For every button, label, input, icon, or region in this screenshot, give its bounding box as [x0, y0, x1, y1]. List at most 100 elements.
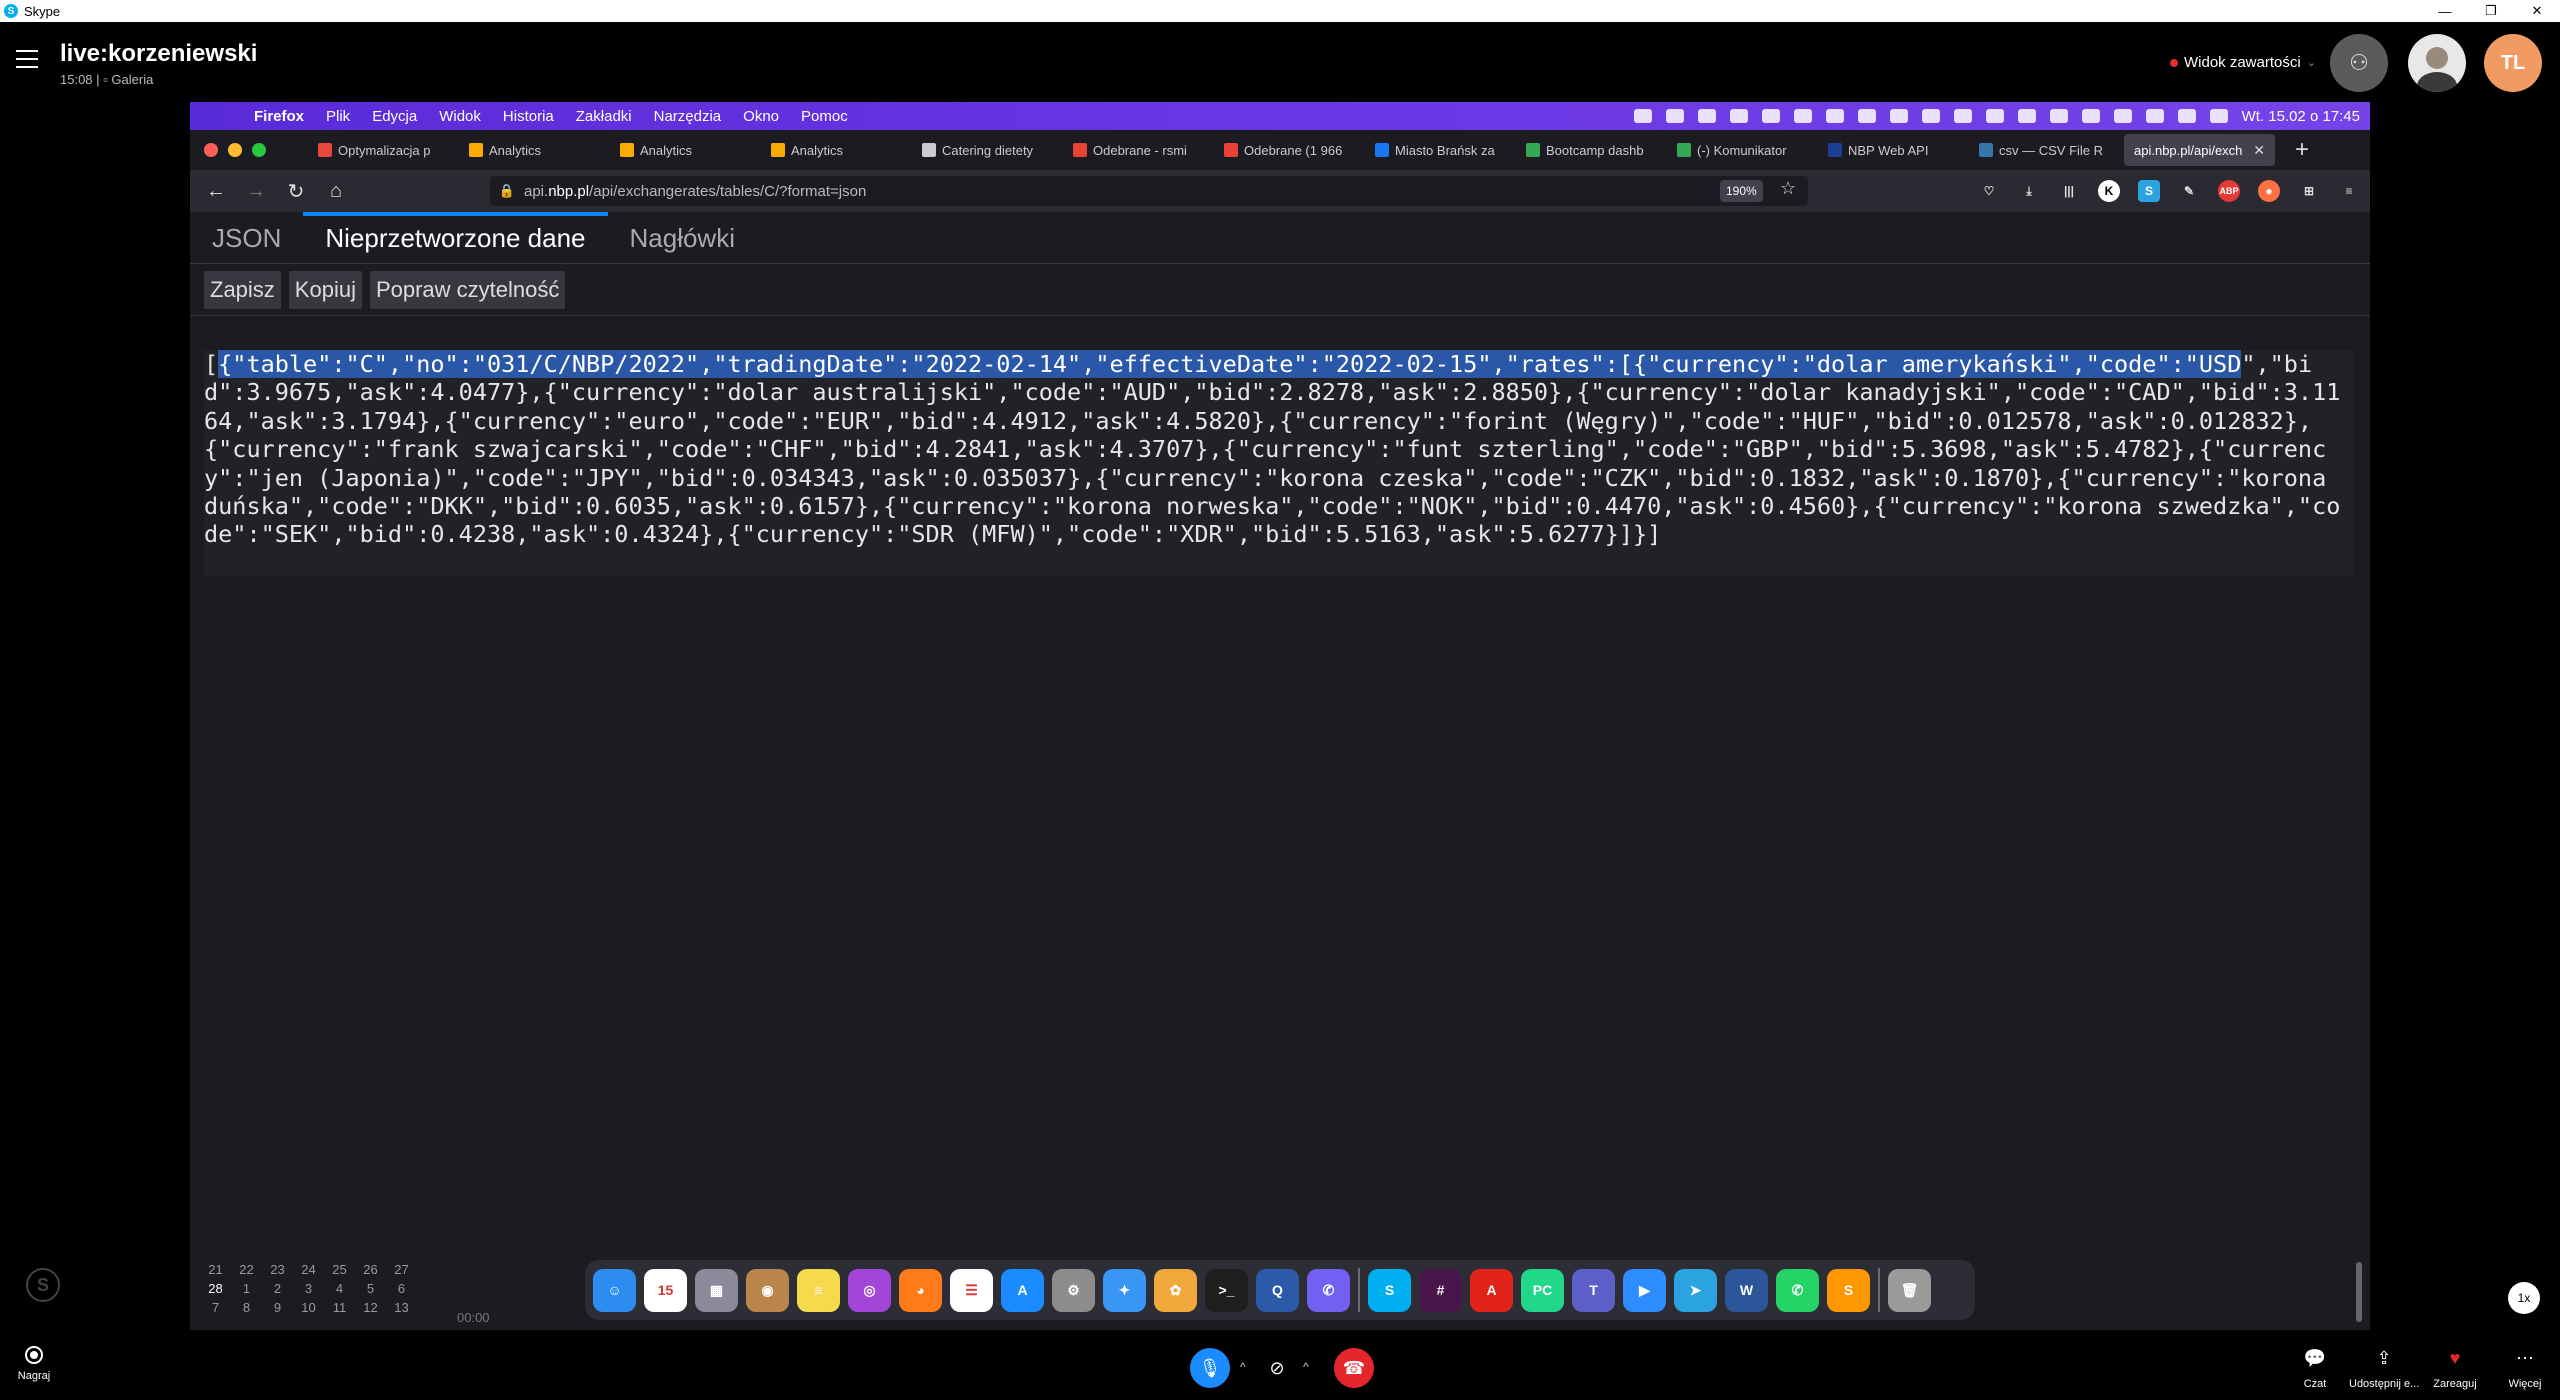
dock-terminal-icon[interactable]: >_ [1205, 1268, 1248, 1312]
status-icon[interactable] [1697, 109, 1716, 123]
tab-json[interactable]: JSON [190, 212, 303, 264]
pocket-icon[interactable]: ♡ [1978, 180, 2000, 202]
dock-acrobat-icon[interactable]: A [1470, 1268, 1513, 1312]
dock-pycharm-icon[interactable]: PC [1521, 1268, 1564, 1312]
browser-tab[interactable]: Bootcamp dashb [1516, 130, 1667, 170]
participant-avatar[interactable] [2408, 34, 2466, 92]
menu-widok[interactable]: Widok [439, 108, 481, 125]
dock-telegram-icon[interactable]: ➤ [1674, 1268, 1717, 1312]
adblock-icon[interactable]: ABP [2218, 180, 2240, 202]
raw-json-panel[interactable]: [{"table":"C","no":"031/C/NBP/2022","tra… [204, 350, 2354, 576]
status-icon[interactable] [1921, 109, 1940, 123]
participant-initials-avatar[interactable]: TL [2484, 34, 2542, 92]
dock-launchpad-icon[interactable]: ▦ [695, 1268, 738, 1312]
status-icon[interactable] [1761, 109, 1780, 123]
browser-tab[interactable]: Analytics [761, 130, 912, 170]
dock-whatsapp-icon[interactable]: ✆ [1776, 1268, 1819, 1312]
content-view-button[interactable]: Widok zawartości ⌄ [2170, 54, 2316, 71]
status-icon[interactable] [1633, 109, 1652, 123]
browser-tab[interactable]: Optymalizacja p [308, 130, 459, 170]
address-bar[interactable]: 🔒 api.nbp.pl/api/exchangerates/tables/C/… [490, 176, 1808, 206]
bookmark-star-icon[interactable]: ☆ [1780, 178, 1796, 199]
browser-tab[interactable]: csv — CSV File R [1969, 130, 2120, 170]
status-icon[interactable] [1665, 109, 1684, 123]
menu-firefox[interactable]: Firefox [254, 108, 304, 125]
menu-edycja[interactable]: Edycja [372, 108, 417, 125]
library-icon[interactable]: ||| [2058, 180, 2080, 202]
zoom-indicator[interactable]: 190% [1720, 180, 1763, 202]
dock-slack-icon[interactable]: # [1419, 1268, 1462, 1312]
status-icon[interactable] [1857, 109, 1876, 123]
dock-trash-icon[interactable]: 🗑 [1888, 1268, 1931, 1312]
minimize-button[interactable]: — [2422, 0, 2468, 22]
browser-tab[interactable]: Analytics [610, 130, 761, 170]
reload-icon[interactable]: ↻ [276, 179, 316, 204]
record-button[interactable]: Nagraj [14, 1346, 54, 1382]
dock-reminders-icon[interactable]: ☰ [950, 1268, 993, 1312]
extension-s-icon[interactable]: S [2138, 180, 2160, 202]
dock-teams-icon[interactable]: T [1572, 1268, 1615, 1312]
dock-safari-icon[interactable]: ✦ [1103, 1268, 1146, 1312]
menu-historia[interactable]: Historia [503, 108, 554, 125]
lock-icon[interactable]: 🔒 [498, 183, 516, 199]
status-icon[interactable] [2049, 109, 2068, 123]
browser-tab[interactable]: Analytics [459, 130, 610, 170]
close-window-button[interactable]: ✕ [2514, 0, 2560, 22]
camera-options-icon[interactable]: ^ [1303, 1360, 1309, 1374]
gallery-label[interactable]: Galeria [111, 72, 153, 87]
menu-narzedzia[interactable]: Narzędzia [654, 108, 722, 125]
forward-icon[interactable]: → [236, 180, 276, 203]
dock-podcasts-icon[interactable]: ◎ [848, 1268, 891, 1312]
new-tab-icon[interactable]: + [2295, 136, 2309, 164]
share-button[interactable]: ⇪ Udostępnij e... [2349, 1348, 2419, 1390]
fullscreen-icon[interactable] [252, 143, 266, 157]
tab-raw-data[interactable]: Nieprzetworzone dane [303, 212, 608, 264]
menu-icon[interactable] [16, 50, 38, 68]
extensions-grid-icon[interactable]: ⊞ [2298, 180, 2320, 202]
dock-word-icon[interactable]: W [1725, 1268, 1768, 1312]
menu-okno[interactable]: Okno [743, 108, 779, 125]
camera-button[interactable]: ⊘ [1257, 1348, 1297, 1388]
downloads-icon[interactable]: ⤓ [2018, 180, 2040, 202]
microphone-button[interactable]: 🎙 [1190, 1348, 1230, 1388]
hang-up-button[interactable]: ☎ [1334, 1348, 1374, 1388]
restore-button[interactable]: ❐ [2468, 0, 2514, 22]
tab-headers[interactable]: Nagłówki [608, 212, 758, 264]
status-icon[interactable] [2209, 109, 2228, 123]
pretty-print-button[interactable]: Popraw czytelność [369, 270, 566, 309]
dock-viber-icon[interactable]: ✆ [1307, 1268, 1350, 1312]
browser-tab[interactable]: Miasto Brańsk za [1365, 130, 1516, 170]
extension-k-icon[interactable]: K [2098, 180, 2120, 202]
add-participant-icon[interactable]: ⚇ [2330, 34, 2388, 92]
status-icon[interactable] [2113, 109, 2132, 123]
browser-tab[interactable]: NBP Web API [1818, 130, 1969, 170]
raw-json-text[interactable]: [{"table":"C","no":"031/C/NBP/2022","tra… [204, 350, 2354, 549]
mic-options-icon[interactable]: ^ [1240, 1360, 1246, 1374]
url-text[interactable]: api.nbp.pl/api/exchangerates/tables/C/?f… [524, 183, 866, 200]
dock-app-store-icon[interactable]: A [1001, 1268, 1044, 1312]
menubar-clock[interactable]: Wt. 15.02 o 17:45 [2242, 108, 2360, 125]
pen-icon[interactable]: ✎ [2178, 180, 2200, 202]
menu-pomoc[interactable]: Pomoc [801, 108, 848, 125]
status-icon[interactable] [2177, 109, 2196, 123]
close-icon[interactable] [204, 143, 218, 157]
dock-sublime-icon[interactable]: S [1827, 1268, 1870, 1312]
more-button[interactable]: ⋯ Więcej [2490, 1348, 2560, 1390]
react-button[interactable]: ♥ Zareaguj [2420, 1348, 2490, 1390]
scrollbar-thumb[interactable] [2356, 1262, 2362, 1322]
dock-zoom-icon[interactable]: ▶ [1623, 1268, 1666, 1312]
dock-system-preferences-icon[interactable]: ⚙ [1052, 1268, 1095, 1312]
status-icon[interactable] [1889, 109, 1908, 123]
save-button[interactable]: Zapisz [204, 270, 281, 309]
browser-tab[interactable]: Catering dietety [912, 130, 1063, 170]
playback-speed-button[interactable]: 1x [2508, 1282, 2540, 1314]
dock-calendar-icon[interactable]: 15 [644, 1268, 687, 1312]
status-icon[interactable] [1825, 109, 1844, 123]
minimize-icon[interactable] [228, 143, 242, 157]
dock-firefox-icon[interactable]: ◕ [899, 1268, 942, 1312]
status-icon[interactable] [2081, 109, 2100, 123]
menu-plik[interactable]: Plik [326, 108, 350, 125]
browser-tab[interactable]: (-) Komunikator [1667, 130, 1818, 170]
status-icon[interactable] [1985, 109, 2004, 123]
home-icon[interactable]: ⌂ [316, 180, 356, 203]
